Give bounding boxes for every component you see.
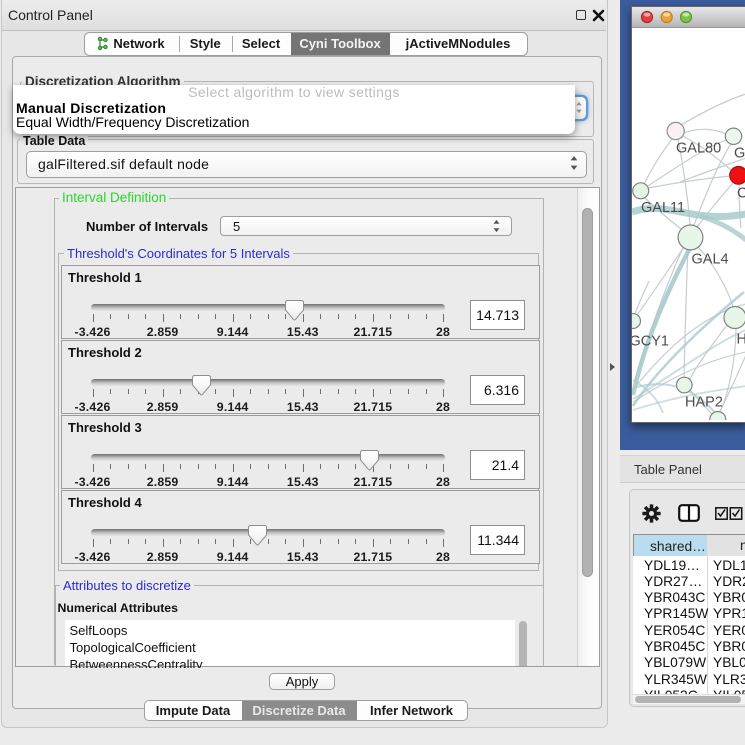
svg-text:GAL80: GAL80	[676, 141, 721, 157]
svg-text:HI: HI	[737, 332, 745, 348]
svg-text:GAL11: GAL11	[641, 200, 685, 216]
svg-text:GCY1: GCY1	[632, 334, 669, 350]
svg-text:GAL8: GAL8	[734, 146, 745, 162]
svg-text:CR: CR	[737, 186, 745, 202]
svg-text:GAL4: GAL4	[692, 252, 729, 268]
svg-text:HAP2: HAP2	[685, 395, 723, 411]
